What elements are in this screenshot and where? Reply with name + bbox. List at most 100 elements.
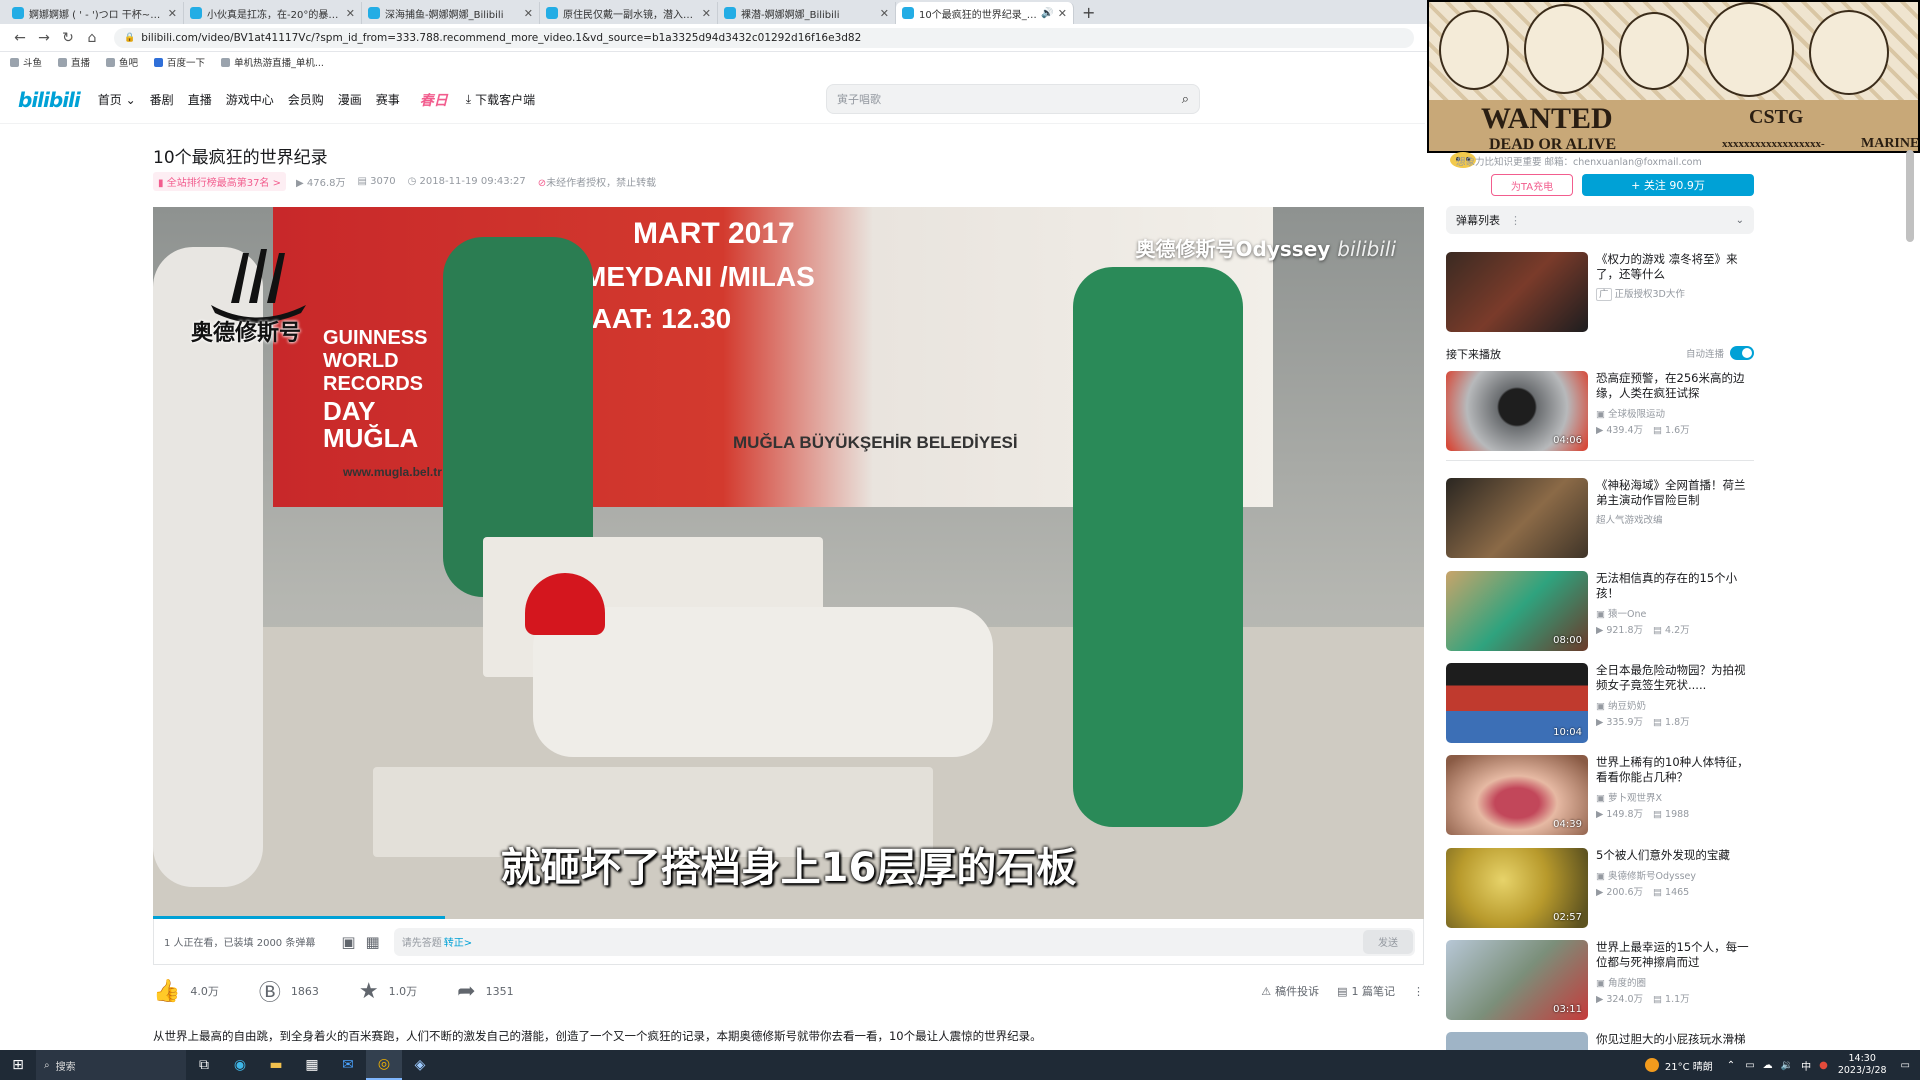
report-button[interactable]: ⚠ 稿件投诉 — [1261, 983, 1319, 999]
danmaku-list-header[interactable]: 弹幕列表 ⋮ ⌄ — [1446, 206, 1754, 234]
new-tab-button[interactable]: + — [1082, 3, 1095, 22]
coin-button[interactable]: Ⓑ 1863 — [259, 975, 319, 1007]
rec-author[interactable]: ▣ 纳豆奶奶 — [1596, 698, 1646, 712]
store-icon[interactable]: ▦ — [294, 1050, 330, 1080]
reload-icon[interactable]: ↻ — [56, 30, 80, 46]
rec-title[interactable]: 恐高症预警，在256米高的边缘，人类在疯狂试探 — [1596, 371, 1756, 401]
network-icon[interactable]: ▭ — [1745, 1060, 1754, 1071]
close-tab-icon[interactable]: ✕ — [880, 7, 889, 20]
recommended-video[interactable]: 08:00 无法相信真的存在的15个小孩！ ▣ 猿一One ▶ 921.8万 ▤ … — [1446, 571, 1754, 651]
rec-title[interactable]: 世界上最幸运的15个人，每一位都与死神擦肩而过 — [1596, 940, 1756, 970]
close-tab-icon[interactable]: ✕ — [524, 7, 533, 20]
video-thumbnail[interactable]: 02:57 — [1446, 848, 1588, 928]
tray-chevron-icon[interactable]: ⌃ — [1727, 1060, 1735, 1071]
answer-quiz-link[interactable]: 转正> — [444, 934, 472, 949]
video-thumbnail[interactable]: 08:00 — [1446, 571, 1588, 651]
browser-tab[interactable]: 小伙真是扛冻，在-20°的暴风雪 ✕ — [184, 2, 362, 24]
antivirus-icon[interactable]: ● — [1819, 1060, 1828, 1071]
chrome-icon[interactable]: ◎ — [366, 1050, 402, 1080]
forward-icon[interactable]: → — [32, 30, 56, 46]
page-scrollbar[interactable] — [1906, 150, 1914, 242]
browser-tab[interactable]: 深海捕鱼-婀娜婀娜_Bilibili ✕ — [362, 2, 540, 24]
rec-author[interactable]: 广正版授权3D大作 — [1596, 286, 1685, 301]
close-tab-icon[interactable]: ✕ — [1058, 7, 1067, 20]
bookmark-item[interactable]: 鱼吧 — [106, 55, 138, 69]
back-icon[interactable]: ← — [8, 30, 32, 46]
url-field[interactable]: 🔒 bilibili.com/video/BV1at41117Vc/?spm_i… — [114, 27, 1414, 48]
rec-title[interactable]: 5个被人们意外发现的宝藏 — [1596, 848, 1756, 863]
notes-button[interactable]: ▤ 1 篇笔记 — [1337, 983, 1395, 999]
rec-author[interactable]: ▣ 猿一One — [1596, 606, 1646, 620]
search-box[interactable]: 寅子唱歌 ⌕ — [826, 84, 1200, 114]
video-thumbnail[interactable]: 04:39 — [1446, 755, 1588, 835]
like-button[interactable]: 👍 4.0万 — [153, 979, 219, 1004]
spring-promo-logo[interactable]: 春日 — [420, 90, 448, 110]
nav-manga[interactable]: 漫画 — [338, 91, 362, 108]
file-explorer-icon[interactable]: ▬ — [258, 1050, 294, 1080]
search-input[interactable]: 寅子唱歌 — [837, 91, 1182, 107]
nav-esports[interactable]: 赛事 — [376, 91, 400, 108]
danmaku-input[interactable]: 请先答题 转正> 发送 — [393, 927, 1415, 956]
notification-icon[interactable]: ▭ — [1901, 1060, 1910, 1071]
recommended-video[interactable]: 10:04 全日本最危险动物园？为拍视频女子竟签生死状..... ▣ 纳豆奶奶 … — [1446, 663, 1754, 743]
rec-title[interactable]: 《权力的游戏 凛冬将至》来了，还等什么 — [1596, 252, 1756, 282]
browser-tab[interactable]: 原住民仅戴一副水镜，潜入15米 ✕ — [540, 2, 718, 24]
charge-button[interactable]: 为TA充电 — [1491, 174, 1573, 196]
rec-title[interactable]: 无法相信真的存在的15个小孩！ — [1596, 571, 1756, 601]
recommended-ad[interactable]: 《权力的游戏 凛冬将至》来了，还等什么 广正版授权3D大作 — [1446, 252, 1754, 332]
video-thumbnail[interactable] — [1446, 1032, 1588, 1050]
rec-title[interactable]: 你见过胆大的小屁孩玩水滑梯 — [1596, 1032, 1754, 1047]
video-thumbnail[interactable]: 03:11 — [1446, 940, 1588, 1020]
video-thumbnail[interactable] — [1446, 478, 1588, 558]
browser-tab-active[interactable]: 10个最疯狂的世界纪录_婀娜 🔊 ✕ — [896, 2, 1074, 24]
nav-home[interactable]: 首页 ⌄ — [98, 91, 136, 108]
bookmark-item[interactable]: 直播 — [58, 55, 90, 69]
recommended-ad[interactable]: 《神秘海域》全网首播！荷兰弟主演动作冒险巨制 超人气游戏改编 — [1446, 478, 1754, 558]
rec-author[interactable]: ▣ 全球极限运动 — [1596, 406, 1665, 420]
video-thumbnail[interactable] — [1446, 252, 1588, 332]
recommended-video[interactable]: 03:11 世界上最幸运的15个人，每一位都与死神擦肩而过 ▣ 角度的圈 ▶ 3… — [1446, 940, 1754, 1020]
close-tab-icon[interactable]: ✕ — [168, 7, 177, 20]
browser-tab[interactable]: 裸潜-婀娜婀娜_Bilibili ✕ — [718, 2, 896, 24]
recommended-video[interactable]: 04:06 恐高症预警，在256米高的边缘，人类在疯狂试探 ▣ 全球极限运动 ▶… — [1446, 371, 1754, 451]
cloud-icon[interactable]: ☁ — [1763, 1060, 1773, 1071]
danmaku-settings-icon[interactable]: ▦ — [366, 933, 380, 951]
video-thumbnail[interactable]: 04:06 — [1446, 371, 1588, 451]
browser-tab[interactable]: 婀娜婀娜 ( ' - ')つロ 干杯~-bili ✕ — [6, 2, 184, 24]
rec-author[interactable]: ▣ 角度的圈 — [1596, 975, 1646, 989]
rec-author[interactable]: ▣ 萝卜观世界X — [1596, 790, 1662, 804]
close-tab-icon[interactable]: ✕ — [702, 7, 711, 20]
recommended-video[interactable]: 02:57 5个被人们意外发现的宝藏 ▣ 奥德修斯号Odyssey ▶ 200.… — [1446, 848, 1754, 928]
bilibili-logo[interactable]: bilibili — [18, 88, 81, 112]
rec-title[interactable]: 世界上稀有的10种人体特征，看看你能占几种？ — [1596, 755, 1756, 785]
video-thumbnail[interactable]: 10:04 — [1446, 663, 1588, 743]
bookmark-item[interactable]: 单机热游直播_单机... — [221, 55, 324, 69]
clock[interactable]: 14:30 2023/3/28 — [1838, 1053, 1887, 1077]
nav-shop[interactable]: 会员购 — [288, 91, 324, 108]
toggle-switch[interactable] — [1730, 346, 1755, 360]
rec-title[interactable]: 全日本最危险动物园？为拍视频女子竟签生死状..... — [1596, 663, 1756, 693]
ime-indicator[interactable]: 中 — [1801, 1058, 1811, 1073]
nav-game-center[interactable]: 游戏中心 — [226, 91, 274, 108]
more-options-icon[interactable]: ⋮ — [1413, 985, 1424, 998]
share-button[interactable]: ➦ 1351 — [457, 979, 513, 1004]
edge-browser-icon[interactable]: ◉ — [222, 1050, 258, 1080]
speaker-icon[interactable]: 🔊 — [1041, 8, 1053, 19]
video-player[interactable]: MART 2017 MEYDANI /MILAS SAAT: 12.30 GUI… — [153, 207, 1424, 919]
danmaku-toggle-icon[interactable]: ▣ — [341, 933, 355, 951]
rec-author[interactable]: 超人气游戏改编 — [1596, 512, 1663, 526]
follow-button[interactable]: + 关注 90.9万 — [1582, 174, 1754, 196]
close-tab-icon[interactable]: ✕ — [346, 7, 355, 20]
rank-badge[interactable]: ▮ 全站排行榜最高第37名 > — [153, 172, 286, 191]
favorite-button[interactable]: ★ 1.0万 — [359, 979, 417, 1004]
home-icon[interactable]: ⌂ — [80, 30, 104, 46]
download-client-link[interactable]: ⤓ 下载客户端 — [466, 91, 535, 108]
send-danmaku-button[interactable]: 发送 — [1363, 929, 1413, 954]
taskbar-search[interactable]: ⌕ 搜索 — [36, 1050, 186, 1080]
bookmark-item[interactable]: 斗鱼 — [10, 55, 42, 69]
chevron-down-icon[interactable]: ⌄ — [1736, 215, 1744, 226]
rec-author[interactable]: ▣ 奥德修斯号Odyssey — [1596, 868, 1696, 882]
nav-live[interactable]: 直播 — [188, 91, 212, 108]
steam-icon[interactable]: ◈ — [402, 1050, 438, 1080]
recommended-video[interactable]: 你见过胆大的小屁孩玩水滑梯 — [1446, 1032, 1754, 1050]
